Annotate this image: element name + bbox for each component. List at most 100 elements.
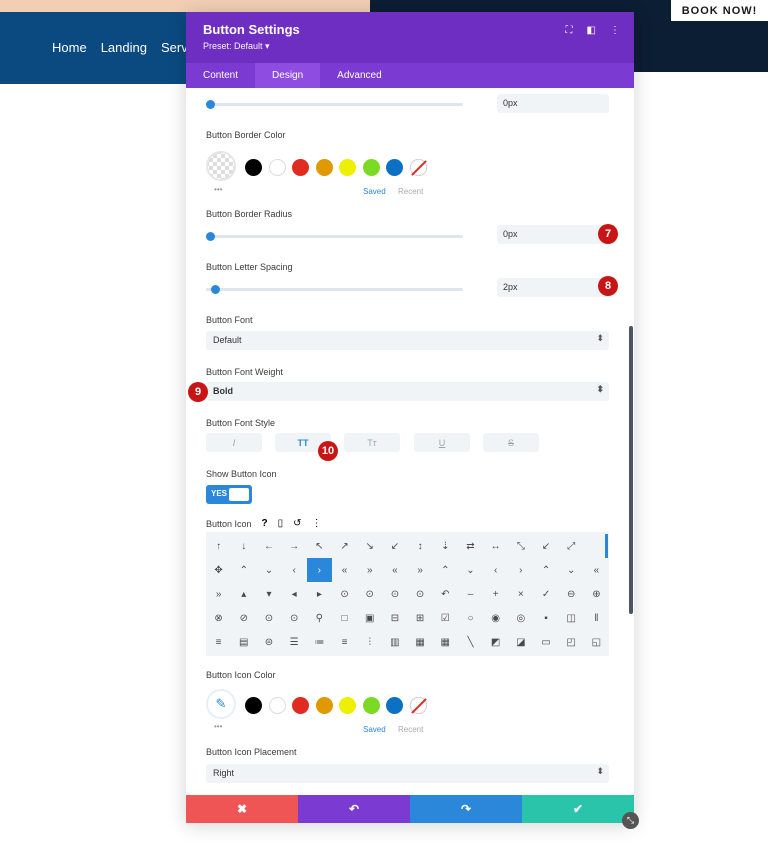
icon-option[interactable]: ◱	[584, 630, 609, 654]
nav-landing[interactable]: Landing	[101, 40, 147, 55]
icon-option[interactable]: □	[332, 606, 357, 630]
icon-option[interactable]: ▦	[408, 630, 433, 654]
cancel-button[interactable]: ✖	[186, 795, 298, 823]
icon-option[interactable]: ↙	[533, 534, 558, 558]
resize-handle-icon[interactable]: ⤡	[622, 812, 639, 829]
color-swatch[interactable]	[292, 159, 309, 176]
modal-scrollbar[interactable]	[629, 326, 633, 614]
icon-option[interactable]: ✓	[533, 582, 558, 606]
eyedropper-icon[interactable]: ✎	[206, 689, 236, 719]
icon-option[interactable]: ⌃	[533, 558, 558, 582]
icon-option[interactable]: ⊙	[408, 582, 433, 606]
icon-option[interactable]: ⊟	[382, 606, 407, 630]
icon-option[interactable]: ◉	[483, 606, 508, 630]
nav-home[interactable]: Home	[52, 40, 87, 55]
icon-option[interactable]: ⌃	[433, 558, 458, 582]
font-weight-select[interactable]: Bold ⬍	[206, 382, 609, 401]
icon-option[interactable]: ≡	[206, 630, 231, 654]
icon-option[interactable]: ⫶	[357, 630, 382, 654]
underline-button[interactable]: U	[414, 433, 470, 452]
save-button[interactable]: ✔	[522, 795, 634, 823]
icon-option[interactable]: «	[332, 558, 357, 582]
tab-advanced[interactable]: Advanced	[320, 63, 398, 88]
more-dots-icon[interactable]: •••	[214, 185, 222, 194]
slider-thumb[interactable]	[206, 232, 215, 241]
icon-option[interactable]: ⇄	[458, 534, 483, 558]
top-slider[interactable]	[206, 100, 463, 109]
color-swatch[interactable]	[292, 697, 309, 714]
icon-option[interactable]: ⚲	[307, 606, 332, 630]
icon-option[interactable]: ◩	[483, 630, 508, 654]
icon-option[interactable]: ⊘	[231, 606, 256, 630]
tab-content[interactable]: Content	[186, 63, 255, 88]
more-vertical-icon[interactable]: ⋮	[312, 518, 322, 529]
color-swatch[interactable]	[315, 159, 333, 176]
preset-dropdown[interactable]: Preset: Default ▾	[203, 41, 617, 52]
border-radius-slider[interactable]	[206, 232, 463, 241]
icon-option[interactable]: ⊙	[282, 606, 307, 630]
recent-tab[interactable]: Recent	[398, 725, 423, 734]
color-swatch[interactable]	[245, 159, 262, 176]
icon-option[interactable]: ≔	[307, 630, 332, 654]
fullscreen-icon[interactable]: ⛶	[566, 25, 573, 36]
icon-option[interactable]: ✥	[206, 558, 231, 582]
icon-placement-select[interactable]: Right ⬍	[206, 764, 609, 783]
icon-option[interactable]: ☑	[433, 606, 458, 630]
icon-option[interactable]: ↶	[433, 582, 458, 606]
italic-button[interactable]: I	[206, 433, 262, 452]
icon-option[interactable]: ⊞	[408, 606, 433, 630]
icon-option[interactable]: ⊕	[584, 582, 609, 606]
icon-option[interactable]: ◪	[508, 630, 533, 654]
icon-option[interactable]: ⊜	[256, 630, 281, 654]
icon-option[interactable]: ⇣	[433, 534, 458, 558]
icon-option[interactable]: ↔	[483, 534, 508, 558]
help-icon[interactable]: ?	[262, 518, 268, 529]
icon-option[interactable]: ‹	[483, 558, 508, 582]
icon-option[interactable]: ⤡	[508, 534, 533, 558]
icon-option[interactable]: ▣	[357, 606, 382, 630]
color-swatch[interactable]	[245, 697, 262, 714]
icon-option[interactable]: ⌄	[256, 558, 281, 582]
mobile-icon[interactable]: ▯	[278, 518, 284, 529]
slider-thumb[interactable]	[211, 285, 220, 294]
icon-option[interactable]: ↘	[357, 534, 382, 558]
redo-button[interactable]: ↷	[410, 795, 522, 823]
icon-option[interactable]: ›	[306, 558, 332, 582]
icon-option[interactable]: ←	[256, 534, 281, 558]
icon-option[interactable]: «	[584, 558, 609, 582]
icon-option[interactable]: ▭	[533, 630, 558, 654]
icon-option[interactable]: ▾	[256, 582, 281, 606]
letter-spacing-slider[interactable]	[206, 285, 463, 294]
color-swatch[interactable]	[362, 697, 380, 714]
icon-option[interactable]: ◰	[559, 630, 584, 654]
color-swatch[interactable]	[339, 159, 356, 176]
icon-option[interactable]: ⊙	[256, 606, 281, 630]
icon-option[interactable]: ↕	[408, 534, 433, 558]
undo-button[interactable]: ↶	[298, 795, 410, 823]
icon-option[interactable]: →	[282, 534, 307, 558]
icon-option[interactable]: ⊖	[559, 582, 584, 606]
icon-option[interactable]: ╲	[458, 630, 483, 654]
saved-tab[interactable]: Saved	[363, 187, 386, 196]
icon-option[interactable]: ◫	[559, 606, 584, 630]
icon-option[interactable]: ›	[508, 558, 533, 582]
icon-option[interactable]: ◎	[508, 606, 533, 630]
icon-option[interactable]: ⊙	[332, 582, 357, 606]
icon-option[interactable]: ☰	[282, 630, 307, 654]
icon-option[interactable]: ⊙	[357, 582, 382, 606]
tab-design[interactable]: Design	[255, 63, 321, 88]
icon-option[interactable]: ⊙	[382, 582, 407, 606]
icon-option[interactable]: ▦	[433, 630, 458, 654]
clear-color-swatch[interactable]	[410, 697, 427, 714]
color-swatch[interactable]	[362, 159, 380, 176]
icon-option[interactable]: ×	[508, 582, 533, 606]
border-radius-input[interactable]: 0px	[497, 225, 609, 244]
strikethrough-button[interactable]: S	[483, 433, 539, 452]
color-swatch[interactable]	[339, 697, 356, 714]
top-value-input[interactable]: 0px	[497, 94, 609, 113]
book-now-button[interactable]: BOOK NOW!	[671, 0, 768, 21]
more-dots-icon[interactable]: •••	[214, 722, 222, 731]
icon-option[interactable]: »	[206, 582, 231, 606]
icon-option[interactable]: ⊗	[206, 606, 231, 630]
icon-option[interactable]: ▥	[382, 630, 407, 654]
